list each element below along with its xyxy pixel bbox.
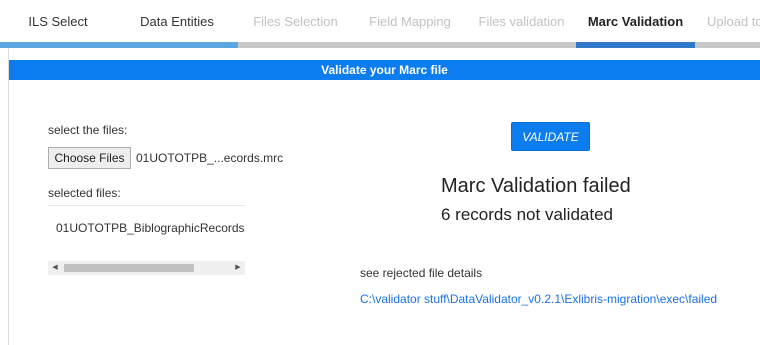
validate-button[interactable]: VALIDATE <box>511 122 590 151</box>
scroll-left-icon[interactable]: ◀ <box>48 261 62 275</box>
step-progress-bar <box>576 42 695 48</box>
step-upload[interactable]: Upload to <box>695 0 760 48</box>
step-data-entities[interactable]: Data Entities <box>116 0 238 48</box>
list-item[interactable]: 01UOTOTPB_BiblographicRecords.mrc <box>56 221 245 235</box>
chosen-file-name: 01UOTOTPB_...ecords.mrc <box>136 151 284 165</box>
step-progress-bar <box>238 42 353 48</box>
step-label: Files validation <box>478 14 565 29</box>
step-ils-select[interactable]: ILS Select <box>0 0 116 48</box>
selected-files-label: selected files: <box>48 186 121 200</box>
rejected-file-label: see rejected file details <box>360 266 483 280</box>
step-label: Field Mapping <box>369 14 451 29</box>
step-label: ILS Select <box>28 14 88 29</box>
validation-status-subtitle: 6 records not validated <box>441 205 613 224</box>
scroll-right-icon[interactable]: ▶ <box>231 261 245 275</box>
step-progress-bar <box>116 42 238 48</box>
step-progress-bar <box>0 42 116 48</box>
step-progress-bar <box>353 42 467 48</box>
horizontal-scrollbar[interactable]: ◀ ▶ <box>48 261 245 275</box>
step-label: Marc Validation <box>587 14 684 29</box>
step-progress-bar <box>695 42 760 48</box>
step-files-selection[interactable]: Files Selection <box>238 0 353 48</box>
selected-files-list: 01UOTOTPB_BiblographicRecords.mrc <box>48 205 245 245</box>
step-label: Files Selection <box>253 14 338 29</box>
step-progress-bar <box>467 42 576 48</box>
select-files-label: select the files: <box>48 123 128 137</box>
step-label: Upload to <box>707 14 760 29</box>
step-files-validation[interactable]: Files validation <box>467 0 576 48</box>
rejected-file-link[interactable]: C:\validator stuff\DataValidator_v0.2.1\… <box>360 292 717 306</box>
wizard-steps: ILS Select Data Entities Files Selection… <box>0 0 760 48</box>
step-marc-validation[interactable]: Marc Validation <box>576 0 695 48</box>
banner-title: Validate your Marc file <box>9 60 760 80</box>
validation-status-title: Marc Validation failed <box>441 175 631 197</box>
panel-border <box>8 48 9 345</box>
step-field-mapping[interactable]: Field Mapping <box>353 0 467 48</box>
choose-files-button[interactable]: Choose Files <box>48 147 131 169</box>
step-label: Data Entities <box>140 14 214 29</box>
scrollbar-thumb[interactable] <box>64 264 194 272</box>
